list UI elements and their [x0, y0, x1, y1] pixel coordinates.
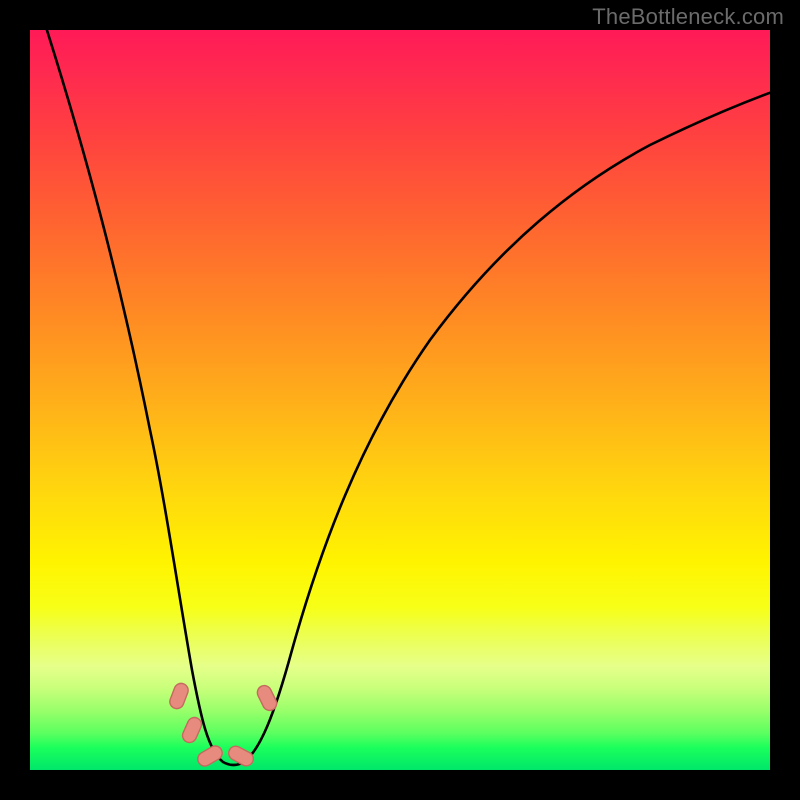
marker-valley-left: [195, 743, 225, 768]
plot-area: [30, 30, 770, 770]
chart-frame: TheBottleneck.com: [0, 0, 800, 800]
marker-right-shoulder: [255, 683, 279, 713]
marker-left-shoulder-lower: [180, 715, 203, 744]
marker-left-shoulder-upper: [168, 681, 190, 710]
curve-layer: [30, 30, 770, 770]
watermark-text: TheBottleneck.com: [592, 4, 784, 30]
bottleneck-curve: [45, 30, 770, 765]
marker-group: [168, 681, 279, 768]
